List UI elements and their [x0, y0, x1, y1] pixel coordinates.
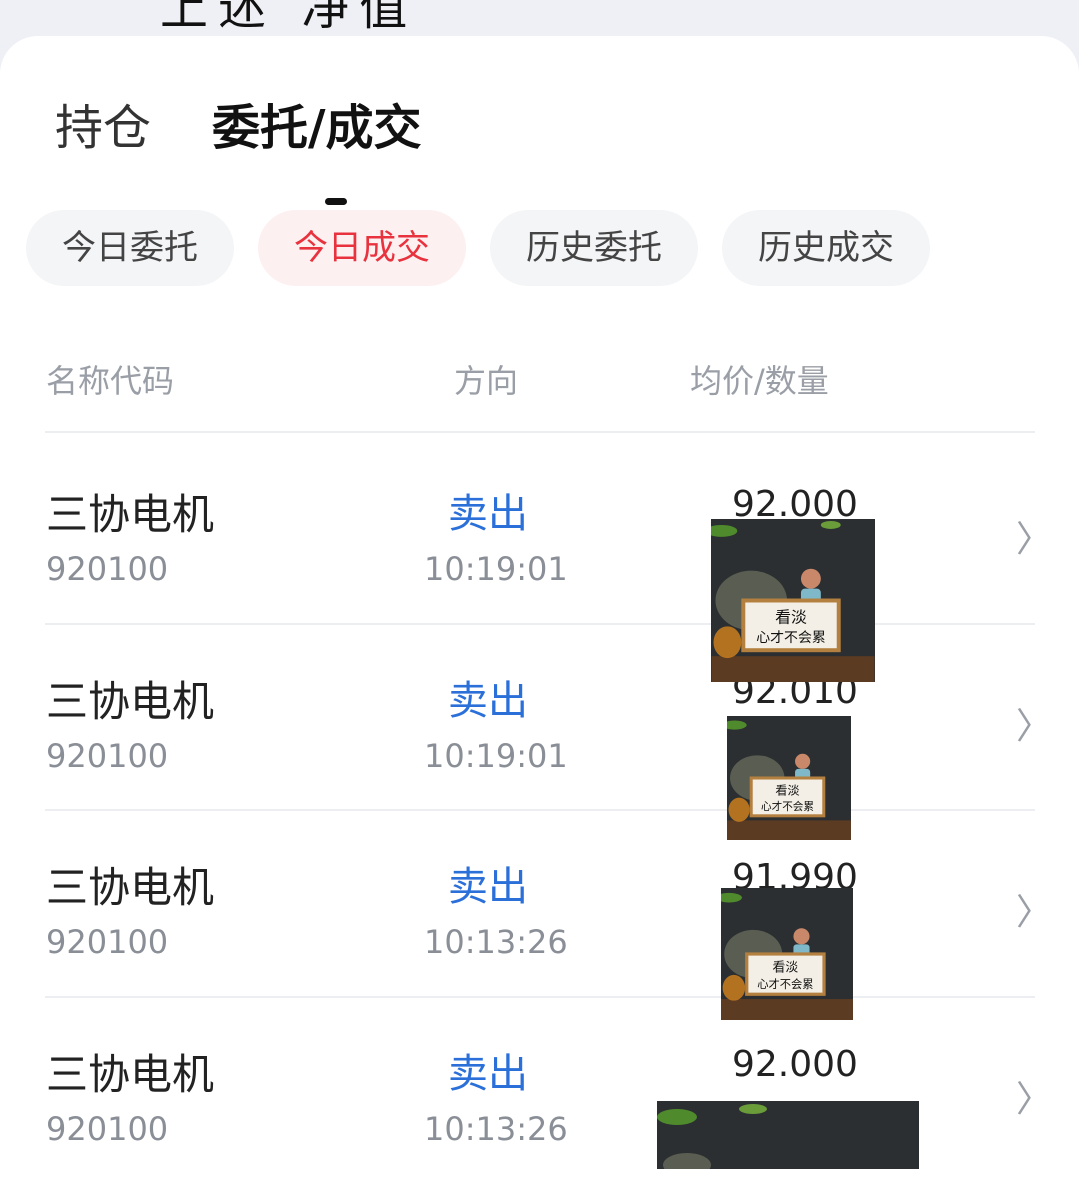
filter-today-trades[interactable]: 今日成交: [258, 210, 466, 286]
orders-card: 持仓 委托/成交 今日委托 今日成交 历史委托 历史成交 名称代码 方向 均价/…: [0, 36, 1079, 1196]
header-divider: [45, 431, 1035, 433]
chevron-right-icon: 〉: [1016, 892, 1053, 933]
table-row[interactable]: 三协电机 920100 卖出 10:19:01 92.000 〉: [0, 436, 1079, 622]
trade-direction: 卖出: [448, 1051, 528, 1097]
stock-name: 三协电机: [46, 490, 215, 539]
stock-code: 920100: [46, 737, 169, 775]
stock-name: 三协电机: [46, 863, 215, 912]
trade-direction: 卖出: [448, 491, 528, 537]
trade-direction: 卖出: [448, 678, 528, 724]
column-header-avg-qty: 均价/数量: [690, 362, 829, 400]
stock-name: 三协电机: [46, 1050, 215, 1099]
stock-code: 920100: [46, 923, 169, 961]
filter-history-orders[interactable]: 历史委托: [490, 210, 698, 286]
sticker-photo: 看淡 心才不会累: [727, 716, 851, 840]
filter-today-orders[interactable]: 今日委托: [26, 210, 234, 286]
trade-time: 10:13:26: [424, 1110, 568, 1148]
tab-holdings[interactable]: 持仓: [55, 88, 151, 158]
trade-time: 10:13:26: [424, 923, 568, 961]
sticker-photo: 看淡 心才不会累: [721, 888, 853, 1020]
stock-name: 三协电机: [46, 677, 215, 726]
column-header-name-code: 名称代码: [46, 362, 175, 400]
sticker-caption-line1: 看淡: [775, 784, 799, 798]
chevron-right-icon: 〉: [1016, 706, 1053, 747]
sticker-caption-line2: 心才不会累: [761, 800, 814, 813]
trade-direction: 卖出: [448, 864, 528, 910]
sticker-photo: [657, 1101, 919, 1169]
stock-code: 920100: [46, 550, 169, 588]
filter-history-trades[interactable]: 历史成交: [722, 210, 930, 286]
avg-price: 92.000: [732, 1044, 858, 1085]
active-tab-indicator: [325, 198, 347, 205]
trade-time: 10:19:01: [424, 550, 568, 588]
column-header-direction: 方向: [454, 362, 519, 400]
chevron-right-icon: 〉: [1016, 1079, 1053, 1120]
sticker-caption-line1: 看淡: [773, 960, 799, 976]
trade-time: 10:19:01: [424, 737, 568, 775]
top-strip: 上述 净值: [0, 0, 1079, 40]
sticker-caption-line2: 心才不会累: [757, 977, 813, 991]
stock-code: 920100: [46, 1110, 169, 1148]
clipped-header-title: 上述 净值: [160, 0, 418, 36]
table-row[interactable]: 三协电机 920100 卖出 10:13:26 91.990 〉: [0, 809, 1079, 995]
sticker-caption-line2: 心才不会累: [756, 630, 826, 646]
chevron-right-icon: 〉: [1016, 519, 1053, 560]
sticker-photo: 看淡 心才不会累: [711, 519, 875, 682]
table-row[interactable]: 三协电机 920100 卖出 10:19:01 92.010 〉: [0, 623, 1079, 809]
sticker-caption-line1: 看淡: [775, 607, 807, 626]
tab-orders-trades[interactable]: 委托/成交: [212, 88, 422, 158]
